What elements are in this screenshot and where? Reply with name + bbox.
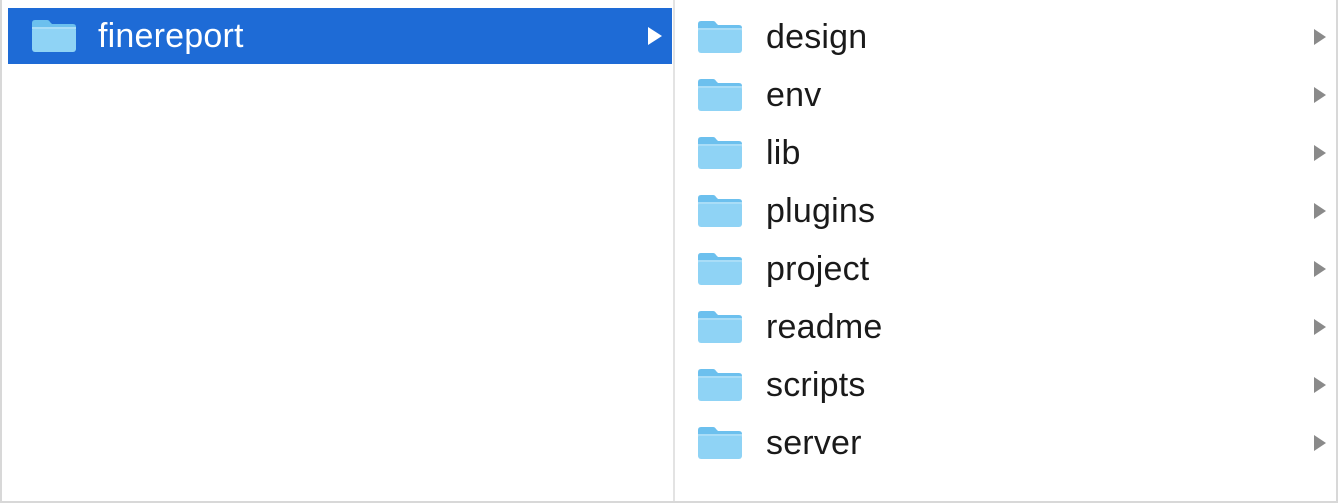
folder-row-server[interactable]: server [676,414,1338,472]
folder-row-project[interactable]: project [676,240,1338,298]
folder-label: plugins [766,191,876,230]
finder-column-browser: finereport design env lib plugins projec… [0,0,1338,503]
folder-label: lib [766,133,801,172]
folder-icon [696,135,744,171]
folder-icon [696,19,744,55]
chevron-right-icon [1314,29,1326,45]
folder-icon [696,251,744,287]
column-parent[interactable]: finereport [8,0,672,501]
column-children[interactable]: design env lib plugins project readme sc… [676,0,1338,501]
chevron-right-icon [1314,319,1326,335]
folder-label: server [766,423,862,462]
folder-row-plugins[interactable]: plugins [676,182,1338,240]
folder-row-design[interactable]: design [676,8,1338,66]
folder-icon [696,77,744,113]
chevron-right-icon [1314,203,1326,219]
folder-label: readme [766,307,883,346]
chevron-right-icon [648,27,662,45]
chevron-right-icon [1314,377,1326,393]
folder-icon [30,18,78,54]
folder-label: env [766,75,822,114]
column-resize-divider[interactable] [673,0,675,501]
chevron-right-icon [1314,435,1326,451]
folder-row-finereport[interactable]: finereport [8,8,672,64]
folder-icon [696,193,744,229]
chevron-right-icon [1314,87,1326,103]
chevron-right-icon [1314,145,1326,161]
folder-label: project [766,249,870,288]
folder-label: design [766,17,868,56]
folder-icon [696,425,744,461]
folder-label: finereport [98,16,244,55]
folder-icon [696,367,744,403]
folder-row-lib[interactable]: lib [676,124,1338,182]
folder-row-readme[interactable]: readme [676,298,1338,356]
folder-icon [696,309,744,345]
folder-label: scripts [766,365,866,404]
folder-row-env[interactable]: env [676,66,1338,124]
chevron-right-icon [1314,261,1326,277]
folder-row-scripts[interactable]: scripts [676,356,1338,414]
